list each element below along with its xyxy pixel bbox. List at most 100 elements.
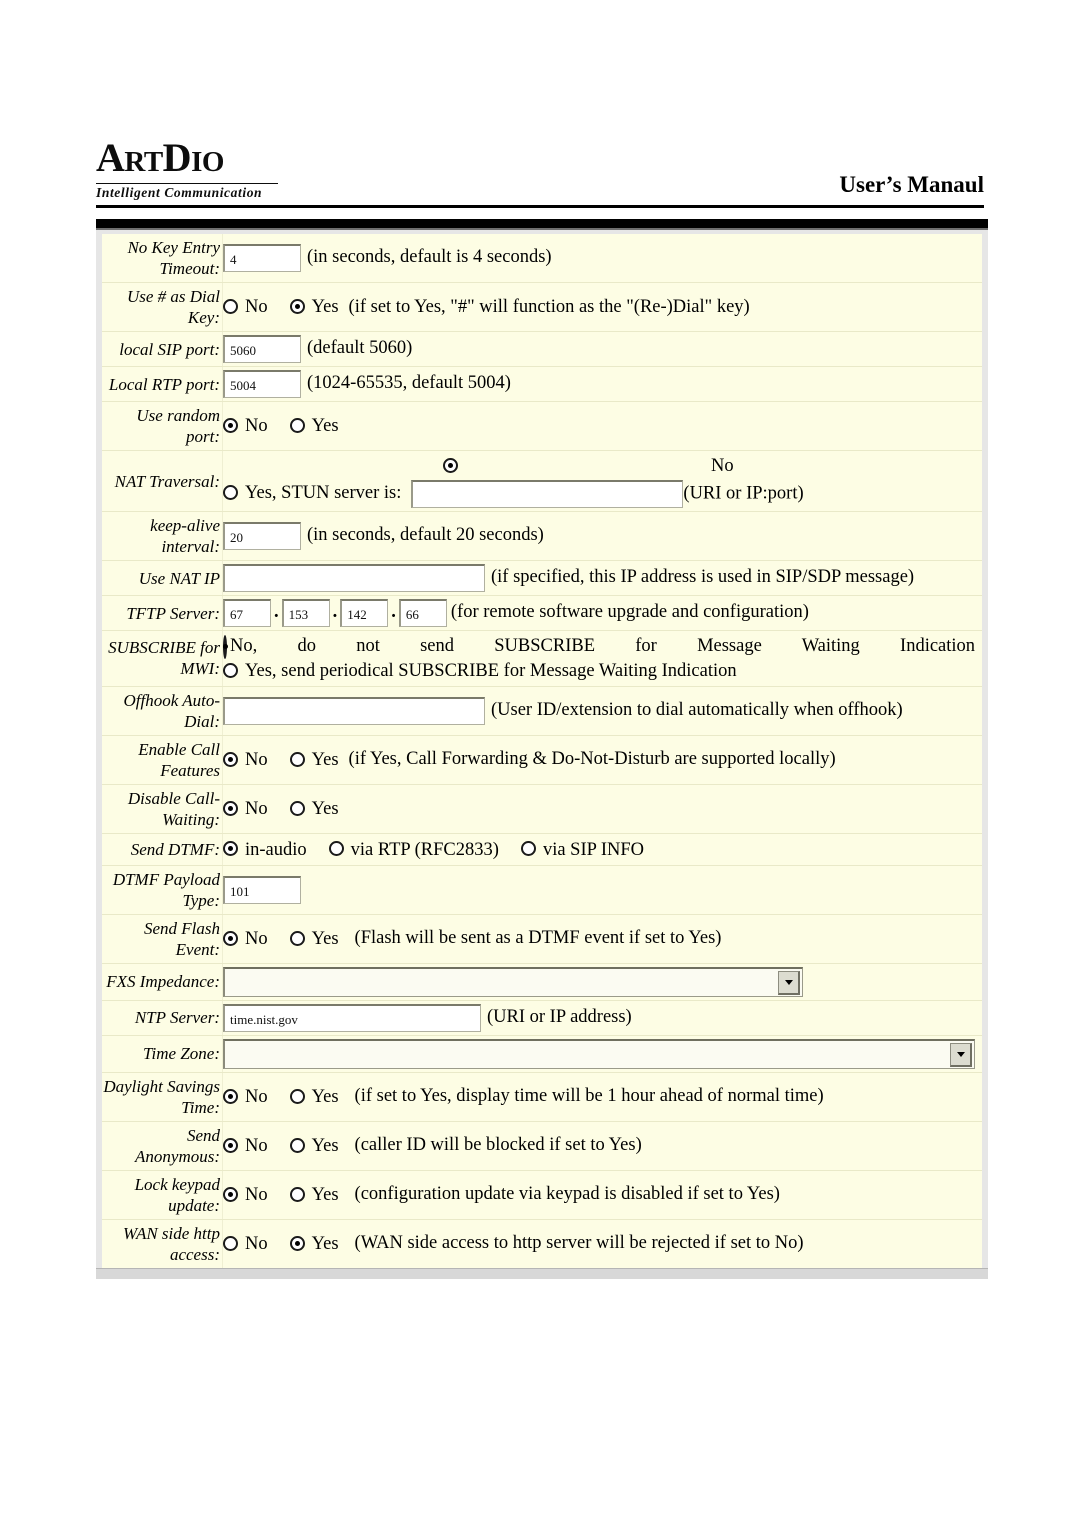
radio-icon[interactable]	[328, 841, 344, 857]
tftp-octet-4-input[interactable]: 66	[398, 599, 447, 627]
wan-side-http-access-yes-option[interactable]: Yes	[289, 1232, 349, 1256]
table-row: NTP Server: time.nist.gov (URI or IP addr…	[102, 1000, 982, 1036]
send-anonymous-no-option[interactable]: No	[223, 1134, 290, 1158]
row-value: No Yes (WAN side access to http server wil…	[223, 1219, 983, 1268]
row-note: (in seconds, default 20 seconds)	[307, 525, 544, 546]
tftp-octet-2-input[interactable]: 153	[281, 599, 330, 627]
offhook-auto-dial-input[interactable]	[223, 696, 485, 725]
row-label: Local RTP port:	[102, 366, 223, 402]
option-label: No	[245, 297, 268, 318]
send-anonymous-yes-option[interactable]: Yes	[289, 1134, 349, 1158]
radio-icon[interactable]	[289, 751, 305, 767]
time-zone-select[interactable]	[223, 1038, 975, 1069]
use-random-port-yes-option[interactable]: Yes	[289, 414, 361, 438]
octet-separator: .	[274, 602, 279, 623]
local-sip-port-input[interactable]: 5060	[223, 335, 301, 363]
lock-keypad-update-yes-option[interactable]: Yes	[289, 1183, 349, 1207]
subscribe-mwi-no-option[interactable]: No, do not send SUBSCRIBE for Message Wa…	[223, 634, 975, 659]
row-value: No Yes (if Yes, Call Forwarding & Do-Not-D…	[222, 735, 982, 785]
row-value	[222, 963, 982, 1001]
option-label: No	[245, 750, 268, 771]
no-key-entry-timeout-input[interactable]: 4	[223, 244, 301, 272]
radio-icon[interactable]	[223, 634, 227, 659]
option-label: Yes	[311, 416, 339, 437]
row-value: 20 (in seconds, default 20 seconds)	[222, 511, 982, 561]
option-word: do	[297, 636, 316, 656]
radio-icon[interactable]	[289, 1235, 305, 1251]
row-label: Disable Call-Waiting:	[102, 784, 223, 834]
table-row: Time Zone:	[102, 1035, 982, 1073]
use-nat-ip-input[interactable]	[223, 564, 485, 592]
settings-table: No Key Entry Timeout: 4 (in seconds, defa…	[102, 234, 982, 1268]
row-label: TFTP Server:	[102, 595, 223, 631]
row-label: local SIP port:	[102, 331, 223, 367]
keep-alive-interval-input[interactable]: 20	[223, 522, 301, 550]
radio-icon[interactable]	[223, 1088, 238, 1104]
send-dtmf-in-audio-option[interactable]: in-audio	[223, 838, 329, 862]
subscribe-mwi-yes-option[interactable]: Yes, send periodical SUBSCRIBE for Messa…	[223, 659, 980, 683]
radio-icon[interactable]	[289, 1088, 305, 1104]
logo-tagline: Intelligent Communication	[96, 183, 278, 201]
radio-icon[interactable]	[520, 841, 536, 857]
tftp-octet-1-input[interactable]: 67	[223, 599, 271, 627]
use-hash-dial-key-yes-option[interactable]: Yes	[289, 295, 349, 319]
radio-icon[interactable]	[223, 1186, 238, 1202]
radio-icon[interactable]	[223, 800, 238, 816]
radio-icon[interactable]	[289, 1137, 305, 1153]
row-note: (if set to Yes, "#" will function as the…	[348, 296, 750, 317]
nat-traversal-yes-option[interactable]: Yes, STUN server is: (URI or IP:port)	[223, 480, 980, 508]
chevron-down-icon[interactable]	[778, 970, 800, 995]
row-value: No Yes (if set to Yes, display time will b…	[222, 1072, 982, 1122]
dtmf-payload-type-input[interactable]: 101	[223, 875, 301, 904]
row-label: Send Flash Event:	[102, 914, 223, 964]
radio-icon[interactable]	[289, 1186, 305, 1202]
row-label: Send DTMF:	[102, 833, 223, 866]
row-label: Daylight Savings Time:	[102, 1072, 223, 1122]
option-word: Waiting	[801, 636, 860, 656]
nat-traversal-no-option[interactable]: No	[223, 454, 980, 480]
radio-icon[interactable]	[289, 418, 305, 434]
chevron-down-icon[interactable]	[950, 1042, 972, 1067]
wan-side-http-access-no-option[interactable]: No	[223, 1232, 290, 1256]
disable-call-waiting-yes-option[interactable]: Yes	[289, 797, 361, 821]
table-row: Enable Call Features No Yes (if Yes, Call …	[102, 735, 982, 785]
radio-icon[interactable]	[223, 299, 238, 315]
radio-icon[interactable]	[223, 841, 238, 857]
send-dtmf-rtp-option[interactable]: via RTP (RFC2833)	[328, 838, 521, 862]
disable-call-waiting-no-option[interactable]: No	[223, 797, 290, 821]
send-flash-event-no-option[interactable]: No	[223, 927, 290, 951]
radio-icon[interactable]	[223, 1235, 238, 1251]
local-rtp-port-input[interactable]: 5004	[223, 370, 301, 398]
stun-server-input[interactable]	[411, 480, 684, 508]
radio-icon[interactable]	[289, 930, 305, 946]
radio-icon[interactable]	[289, 800, 305, 816]
radio-icon[interactable]	[223, 418, 238, 434]
radio-icon[interactable]	[223, 1137, 238, 1153]
send-flash-event-yes-option[interactable]: Yes	[289, 927, 349, 951]
use-hash-dial-key-no-option[interactable]: No	[223, 295, 290, 319]
radio-icon[interactable]	[223, 751, 238, 767]
option-label: No	[245, 928, 268, 949]
send-dtmf-sip-info-option[interactable]: via SIP INFO	[520, 838, 666, 862]
table-row: No Key Entry Timeout: 4 (in seconds, defa…	[102, 234, 982, 283]
use-random-port-no-option[interactable]: No	[223, 414, 290, 438]
radio-icon[interactable]	[443, 458, 458, 473]
row-value	[222, 1035, 982, 1073]
enable-call-features-no-option[interactable]: No	[223, 748, 290, 772]
row-value: time.nist.gov (URI or IP address)	[222, 1000, 982, 1036]
enable-call-features-yes-option[interactable]: Yes	[289, 748, 349, 772]
tftp-octet-3-input[interactable]: 142	[340, 599, 389, 627]
lock-keypad-update-no-option[interactable]: No	[223, 1183, 290, 1207]
radio-icon[interactable]	[223, 485, 238, 500]
ntp-server-input[interactable]: time.nist.gov	[223, 1003, 481, 1032]
radio-icon[interactable]	[223, 662, 238, 678]
table-row: DTMF Payload Type: 101	[102, 865, 982, 915]
radio-icon[interactable]	[289, 299, 305, 315]
radio-icon[interactable]	[223, 930, 238, 946]
daylight-savings-no-option[interactable]: No	[223, 1085, 290, 1109]
row-note: (URI or IP:port)	[683, 483, 804, 504]
option-word: No,	[230, 636, 258, 656]
fxs-impedance-select[interactable]	[223, 966, 803, 997]
daylight-savings-yes-option[interactable]: Yes	[289, 1085, 349, 1109]
table-row: Use random port: No Yes	[102, 401, 982, 451]
